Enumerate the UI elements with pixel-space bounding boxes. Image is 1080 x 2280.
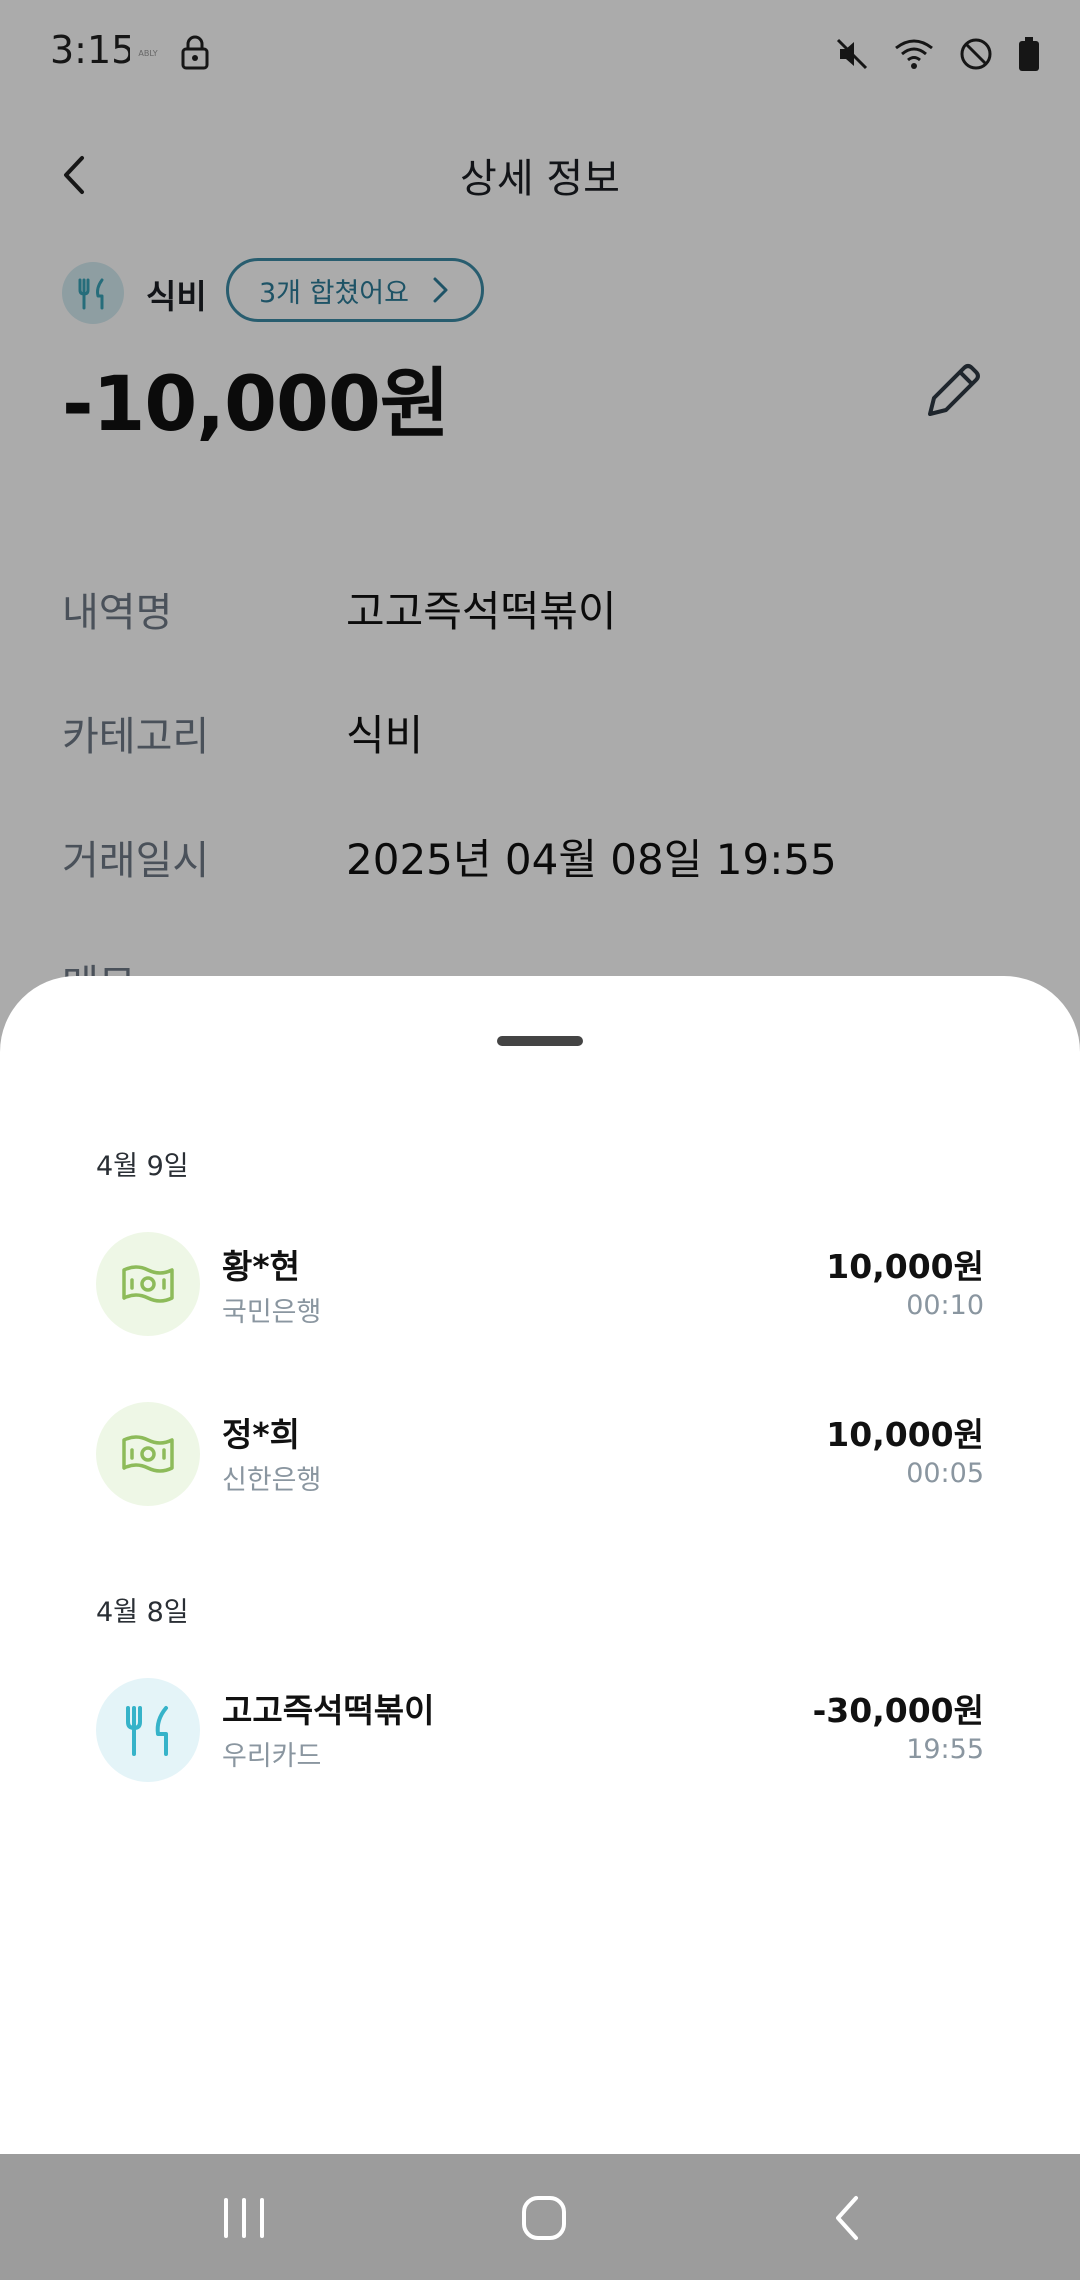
merged-transactions-sheet: 4월 9일 황*현 국민은행 10,000원 00:10 정*희 신한은행 10… bbox=[0, 976, 1080, 2154]
money-icon bbox=[96, 1402, 200, 1506]
item-time: 00:10 bbox=[906, 1290, 984, 1321]
recent-apps-button[interactable] bbox=[212, 2186, 276, 2250]
home-button[interactable] bbox=[512, 2186, 576, 2250]
item-amount: -30,000원 bbox=[812, 1691, 984, 1730]
item-name: 정*희 bbox=[222, 1415, 300, 1454]
item-account: 신한은행 bbox=[222, 1465, 322, 1496]
item-amount: 10,000원 bbox=[826, 1247, 984, 1286]
item-time: 00:05 bbox=[906, 1458, 984, 1489]
item-name: 황*현 bbox=[222, 1247, 300, 1286]
detail-page: 3:15 ABLY 상세 정보 식비 3개 합쳤어요 -10,000원 내역명 … bbox=[0, 0, 1080, 2280]
system-navigation-bar bbox=[0, 2154, 1080, 2280]
utensils-icon bbox=[96, 1678, 200, 1782]
item-name: 고고즉석떡볶이 bbox=[222, 1691, 435, 1730]
sheet-drag-handle[interactable] bbox=[497, 1036, 583, 1046]
date-header: 4월 9일 bbox=[96, 1151, 189, 1182]
item-account: 국민은행 bbox=[222, 1297, 322, 1328]
money-icon bbox=[96, 1232, 200, 1336]
item-account: 우리카드 bbox=[222, 1741, 322, 1772]
date-header: 4월 8일 bbox=[96, 1597, 189, 1628]
system-back-button[interactable] bbox=[816, 2186, 880, 2250]
item-time: 19:55 bbox=[906, 1734, 984, 1765]
item-amount: 10,000원 bbox=[826, 1415, 984, 1454]
